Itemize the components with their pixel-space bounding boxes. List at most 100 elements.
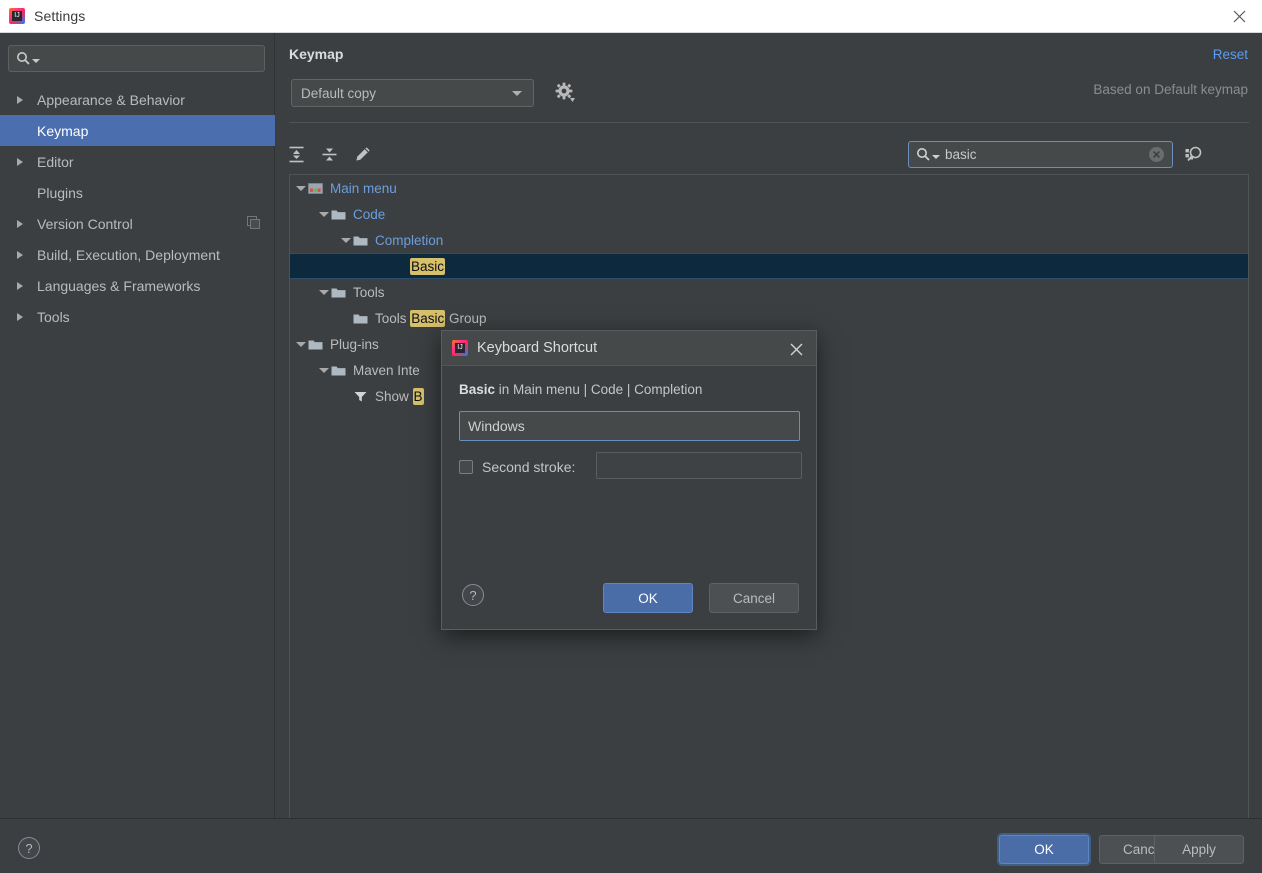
sidebar-item-label: Plugins <box>37 184 83 201</box>
window-title: Settings <box>34 8 86 24</box>
folder-icon <box>353 305 370 331</box>
dialog-cancel-button[interactable]: Cancel <box>709 583 799 613</box>
intellij-idea-icon <box>9 8 25 24</box>
section-divider <box>289 122 1249 123</box>
sidebar-item-label: Editor <box>37 153 74 170</box>
sidebar-item-label: Keymap <box>37 122 89 139</box>
chevron-right-icon[interactable] <box>14 94 26 106</box>
no-chevron-icon <box>14 125 26 137</box>
help-button[interactable]: ? <box>462 584 484 606</box>
search-match-highlight: Basic <box>410 309 446 327</box>
first-stroke-input[interactable] <box>468 418 788 434</box>
find-shortcut-search-box[interactable] <box>908 141 1173 168</box>
first-stroke-field[interactable] <box>459 411 800 441</box>
tree-row-label: Completion <box>375 232 444 248</box>
tree-row[interactable]: Main menu <box>290 175 1248 201</box>
main-menu-icon <box>308 175 325 201</box>
sidebar-item-tools[interactable]: Tools <box>0 301 275 332</box>
chevron-down-icon <box>512 90 522 96</box>
gear-icon[interactable] <box>554 81 578 105</box>
sidebar-item-appearance-behavior[interactable]: Appearance & Behavior <box>0 84 275 115</box>
sidebar-search-box[interactable] <box>8 45 265 72</box>
shortcut-context-label: Basic in Main menu | Code | Completion <box>459 382 702 397</box>
tree-toggle-expanded-icon[interactable] <box>316 357 331 383</box>
sidebar-item-languages-frameworks[interactable]: Languages & Frameworks <box>0 270 275 301</box>
search-match-highlight: Basic <box>410 257 446 275</box>
folder-icon <box>331 279 348 305</box>
search-dropdown-caret[interactable] <box>32 58 40 63</box>
sidebar-item-plugins[interactable]: Plugins <box>0 177 275 208</box>
tree-row-label: Plug-ins <box>330 336 379 352</box>
keymap-select[interactable]: Default copy <box>291 79 534 107</box>
shortcut-context-path: in Main menu | Code | Completion <box>495 382 703 397</box>
shortcut-action-name: Basic <box>459 382 496 397</box>
dialog-ok-button[interactable]: OK <box>603 583 693 613</box>
sidebar-item-keymap[interactable]: Keymap <box>0 115 275 146</box>
find-by-shortcut-icon[interactable] <box>1183 143 1207 167</box>
sidebar-item-version-control[interactable]: Version Control <box>0 208 275 239</box>
sidebar-item-label: Tools <box>37 308 70 325</box>
settings-window: Settings Appearance & Behavior <box>0 0 1262 873</box>
second-stroke-row: Second stroke: <box>459 459 575 475</box>
chevron-right-icon[interactable] <box>14 218 26 230</box>
collapse-all-icon[interactable] <box>315 140 343 168</box>
sidebar-item-label: Languages & Frameworks <box>37 277 201 294</box>
chevron-right-icon[interactable] <box>14 156 26 168</box>
tree-row-label: Code <box>353 206 386 222</box>
chevron-right-icon[interactable] <box>14 311 26 323</box>
sidebar-item-editor[interactable]: Editor <box>0 146 275 177</box>
tree-row-selected[interactable]: Basic <box>290 253 1248 279</box>
search-dropdown-caret[interactable] <box>932 154 940 159</box>
folder-icon <box>331 201 348 227</box>
dialog-title: Keyboard Shortcut <box>477 340 598 356</box>
help-button[interactable]: ? <box>18 837 40 859</box>
sidebar-item-label: Build, Execution, Deployment <box>37 246 220 263</box>
close-glyph <box>1233 10 1245 22</box>
settings-footer: ? OK Cancel Apply <box>0 818 1262 873</box>
tree-row-label: Tools <box>353 284 385 300</box>
sidebar-item-build-execution-deployment[interactable]: Build, Execution, Deployment <box>0 239 275 270</box>
tree-toggle-expanded-icon[interactable] <box>316 201 331 227</box>
reset-link[interactable]: Reset <box>1213 47 1248 62</box>
keymap-toolbar <box>276 133 1262 175</box>
tree-row-label: Main menu <box>330 180 397 196</box>
sidebar-item-list: Appearance & Behavior Keymap Editor Plug… <box>0 84 275 332</box>
close-icon[interactable] <box>784 337 808 361</box>
clear-circle-icon[interactable] <box>1149 147 1164 162</box>
folder-icon <box>331 357 348 383</box>
search-icon <box>916 147 931 162</box>
chevron-right-icon[interactable] <box>14 249 26 261</box>
tree-row-label: Maven Inte <box>353 362 420 378</box>
tree-toggle-expanded-icon[interactable] <box>293 331 308 357</box>
expand-all-icon[interactable] <box>282 140 310 168</box>
ok-button[interactable]: OK <box>999 835 1089 864</box>
close-icon[interactable] <box>1216 0 1262 32</box>
folder-icon <box>308 331 325 357</box>
pencil-edit-icon[interactable] <box>348 140 376 168</box>
second-stroke-checkbox[interactable] <box>459 460 473 474</box>
second-stroke-label: Second stroke: <box>482 459 576 475</box>
tree-toggle-expanded-icon[interactable] <box>316 279 331 305</box>
dialog-titlebar: Keyboard Shortcut <box>442 331 816 366</box>
apply-button[interactable]: Apply <box>1154 835 1244 864</box>
window-titlebar: Settings <box>0 0 1262 33</box>
copy-icon[interactable] <box>247 215 260 232</box>
tree-row[interactable]: Tools Basic Group <box>290 305 1248 331</box>
dialog-footer: ? OK Cancel <box>442 567 816 629</box>
tree-toggle-expanded-icon[interactable] <box>293 175 308 201</box>
search-match-highlight: B <box>412 387 424 405</box>
no-chevron-icon <box>14 187 26 199</box>
tree-row-label: Basic <box>410 257 446 275</box>
find-input[interactable] <box>945 147 1140 162</box>
tree-row[interactable]: Tools <box>290 279 1248 305</box>
tree-toggle-expanded-icon[interactable] <box>338 227 353 253</box>
tree-row[interactable]: Completion <box>290 227 1248 253</box>
second-stroke-input[interactable] <box>596 452 802 479</box>
page-title: Keymap <box>289 46 344 62</box>
keymap-select-value: Default copy <box>301 85 377 101</box>
settings-sidebar: Appearance & Behavior Keymap Editor Plug… <box>0 33 275 818</box>
keyboard-shortcut-dialog: Keyboard Shortcut Basic in Main menu | C… <box>441 330 817 630</box>
chevron-right-icon[interactable] <box>14 280 26 292</box>
sidebar-search-input[interactable] <box>44 51 244 66</box>
tree-row[interactable]: Code <box>290 201 1248 227</box>
